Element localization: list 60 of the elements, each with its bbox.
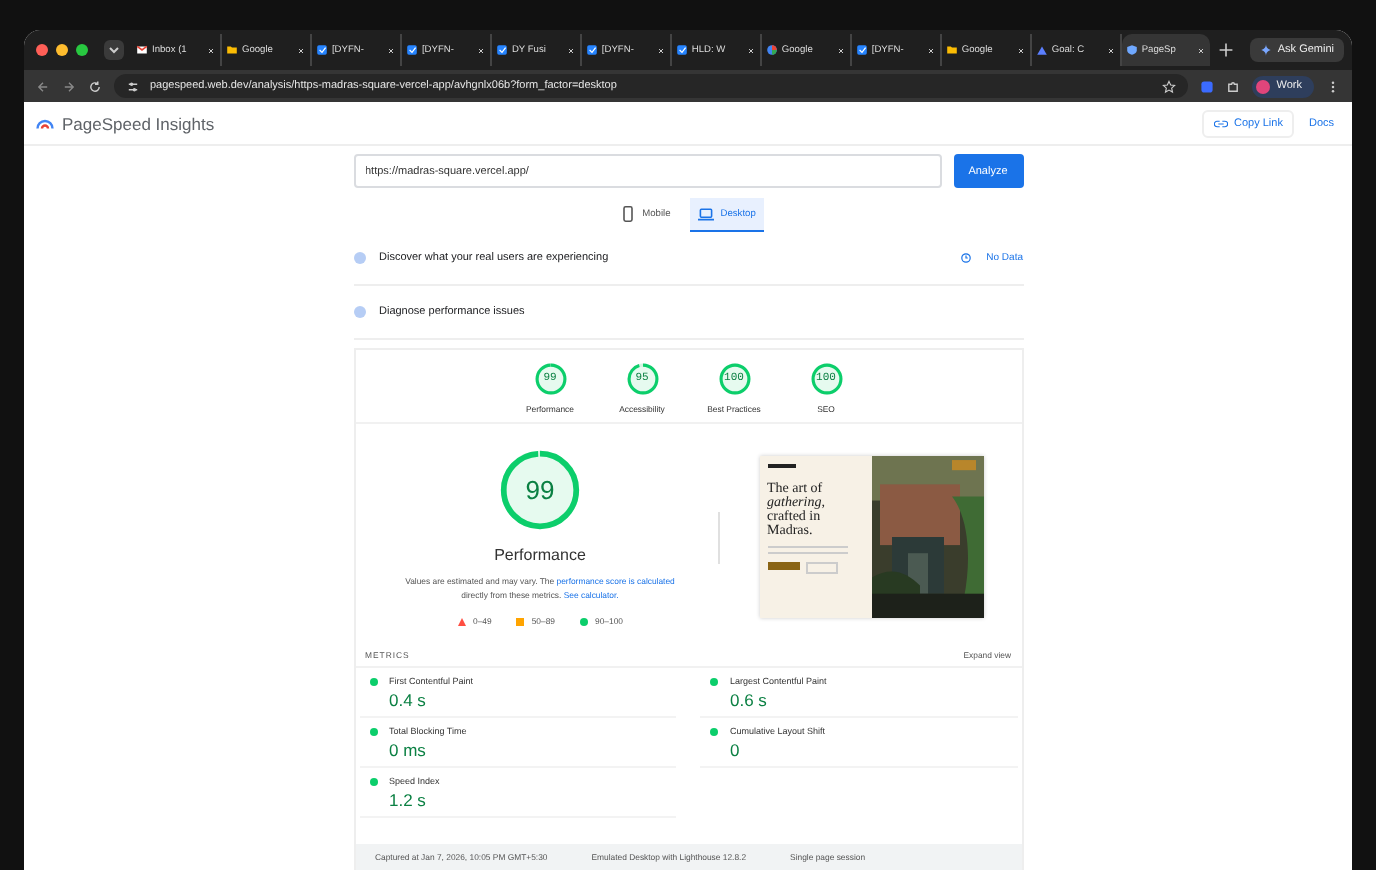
gauge-title: Performance	[494, 546, 586, 564]
score-gauge[interactable]	[625, 362, 659, 396]
favicon-icon	[405, 44, 418, 56]
maximize-window-button[interactable]	[76, 44, 88, 56]
close-icon[interactable]	[745, 45, 756, 55]
performance-gauge	[498, 448, 582, 532]
close-icon[interactable]	[205, 45, 216, 55]
score-gauge[interactable]	[533, 362, 567, 396]
metric-value: 0.4 s	[389, 690, 428, 711]
close-icon[interactable]	[1195, 45, 1206, 55]
circle-icon	[579, 617, 587, 626]
close-icon[interactable]	[565, 45, 576, 55]
favicon-icon	[945, 44, 958, 56]
pagespeed-logo-icon	[36, 115, 54, 131]
favicon-icon	[585, 44, 598, 56]
close-icon[interactable]	[1015, 45, 1026, 55]
score-gauge[interactable]	[717, 362, 751, 396]
close-icon[interactable]	[1105, 45, 1116, 55]
favicon-icon	[1035, 44, 1048, 56]
favicon-icon	[675, 44, 688, 56]
favicon-icon	[855, 44, 868, 56]
close-icon[interactable]	[655, 45, 666, 55]
tab-search-icon[interactable]	[104, 40, 124, 60]
phone-icon	[620, 206, 637, 222]
puzzle-icon[interactable]	[1226, 79, 1241, 93]
performance-score: 99	[525, 477, 555, 503]
metric-value: 0.6 s	[730, 690, 769, 711]
close-icon[interactable]	[835, 45, 846, 55]
metric-value: 0 ms	[389, 740, 428, 761]
sparkle-icon	[1259, 44, 1272, 56]
close-window-button[interactable]	[36, 44, 48, 56]
close-icon[interactable]	[295, 45, 306, 55]
minimize-window-button[interactable]	[56, 44, 68, 56]
bookmark-star-icon[interactable]	[1162, 79, 1177, 93]
triangle-icon	[457, 617, 466, 626]
favicon-icon	[765, 44, 778, 56]
metric-value: 1.2 s	[389, 790, 428, 811]
close-icon[interactable]	[925, 45, 936, 55]
back-icon[interactable]	[36, 79, 50, 93]
favicon-icon	[136, 44, 148, 56]
favicon-icon	[225, 44, 238, 56]
forward-icon[interactable]	[62, 79, 76, 93]
more-menu-icon[interactable]	[1326, 79, 1340, 93]
laptop-icon	[698, 206, 715, 222]
square-icon	[515, 617, 524, 626]
metric-value: 0	[730, 740, 742, 761]
close-icon[interactable]	[385, 45, 396, 55]
link-icon	[1214, 119, 1228, 127]
clock-icon	[960, 252, 973, 264]
avatar-icon	[1256, 79, 1271, 93]
favicon-icon	[315, 44, 328, 56]
score-gauge[interactable]	[809, 362, 843, 396]
app-title: PageSpeed Insights	[62, 113, 215, 133]
favicon-icon	[495, 44, 508, 56]
reload-icon[interactable]	[88, 79, 102, 93]
extension-icon[interactable]	[1200, 79, 1215, 93]
close-icon[interactable]	[475, 45, 486, 55]
site-settings-icon	[126, 79, 140, 93]
favicon-icon	[1125, 44, 1138, 56]
new-tab-icon[interactable]	[1217, 42, 1234, 58]
